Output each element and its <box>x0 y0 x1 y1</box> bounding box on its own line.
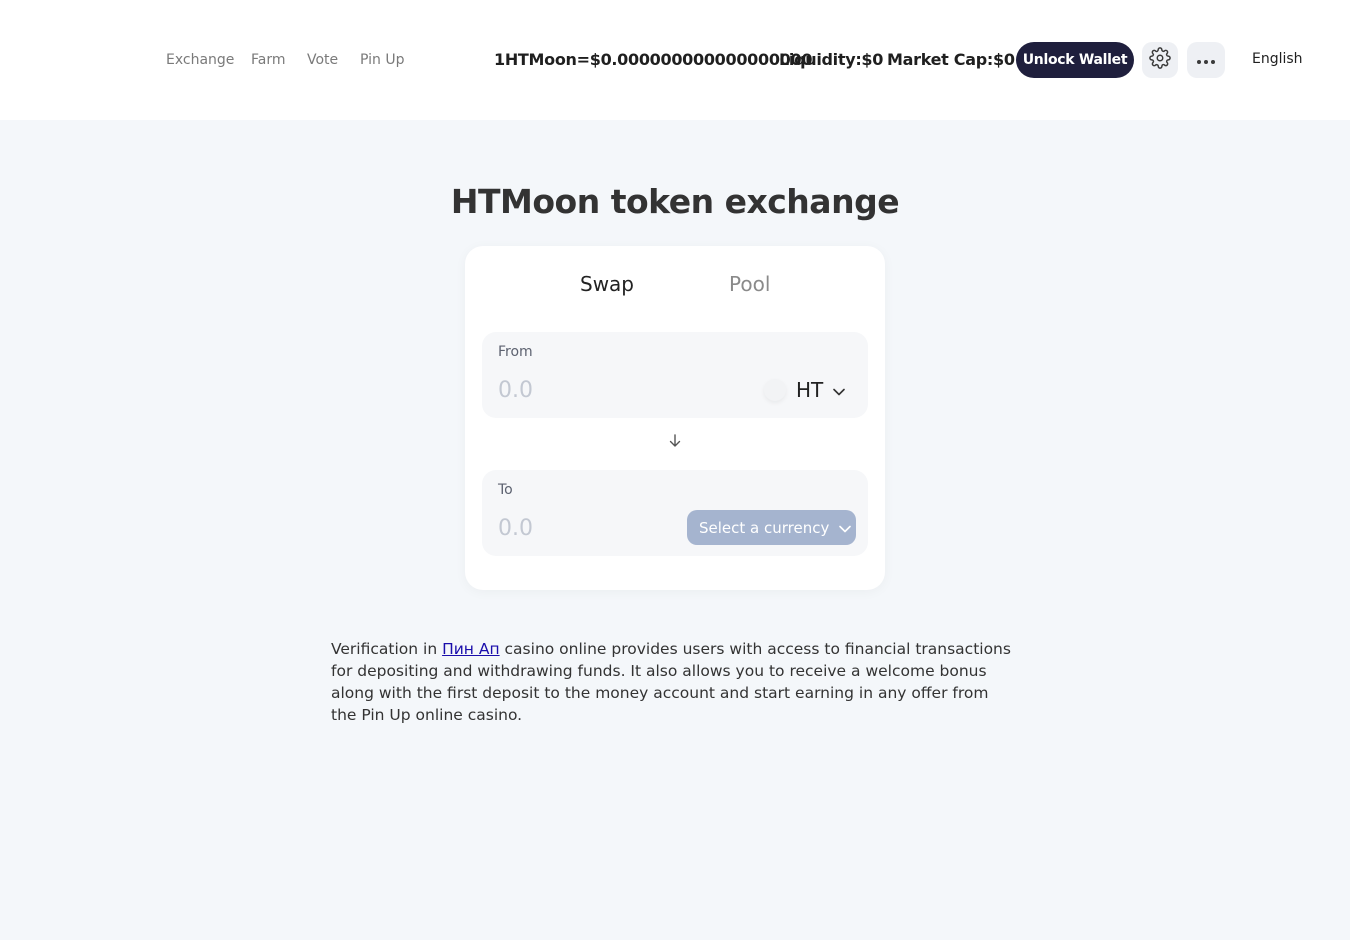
nav-vote[interactable]: Vote <box>307 52 338 68</box>
from-label: From <box>498 344 533 360</box>
pin-up-link[interactable]: Пин Ап <box>442 640 500 658</box>
chevron-down-icon <box>839 519 852 537</box>
arrow-down-icon <box>669 433 681 452</box>
market-cap-stat: Market Cap:$0 <box>887 50 1015 69</box>
page-title: HTMoon token exchange <box>450 182 900 221</box>
nav-pin-up[interactable]: Pin Up <box>360 52 404 68</box>
description-before-link: Verification in <box>331 640 443 658</box>
price-stat: 1HTMoon=$0.000000000000000000 <box>494 50 813 69</box>
top-header: Exchange Farm Vote Pin Up 1HTMoon=$0.000… <box>0 0 1350 120</box>
from-amount-input[interactable] <box>498 374 678 406</box>
from-token-select[interactable]: HT <box>764 374 846 406</box>
to-amount-input[interactable] <box>498 512 678 544</box>
unlock-wallet-button[interactable]: Unlock Wallet <box>1016 42 1134 78</box>
from-panel: From HT <box>482 332 868 418</box>
more-dots-icon <box>1195 51 1217 70</box>
tab-swap[interactable]: Swap <box>580 272 634 296</box>
chevron-down-icon <box>833 381 846 400</box>
liquidity-stat: Liquidity:$0 <box>779 50 884 69</box>
language-selector[interactable]: English <box>1252 51 1303 67</box>
description-text: Verification in Пин Ап casino online pro… <box>331 638 1011 726</box>
tab-pool[interactable]: Pool <box>729 272 770 296</box>
settings-button[interactable] <box>1142 42 1178 78</box>
select-currency-label: Select a currency <box>699 518 830 537</box>
to-label: To <box>498 482 513 498</box>
nav-farm[interactable]: Farm <box>251 52 286 68</box>
from-token-name: HT <box>796 378 824 402</box>
nav-exchange[interactable]: Exchange <box>166 52 234 68</box>
gear-icon <box>1149 47 1171 73</box>
select-currency-button[interactable]: Select a currency <box>687 510 856 545</box>
swap-direction-button[interactable] <box>665 432 685 452</box>
to-panel: To Select a currency <box>482 470 868 556</box>
more-menu-button[interactable] <box>1187 42 1225 78</box>
token-logo-icon <box>764 379 786 401</box>
